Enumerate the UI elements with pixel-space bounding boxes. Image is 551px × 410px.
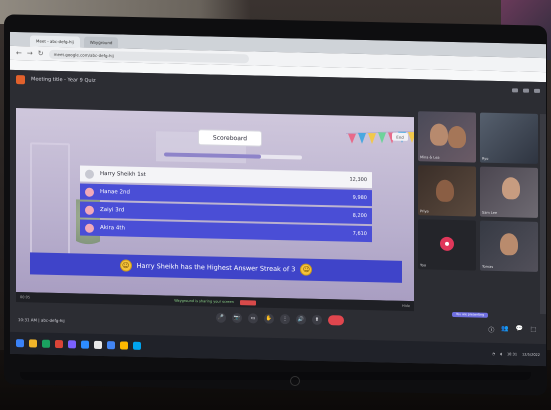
participant-tile[interactable]: Sam Lee (480, 166, 538, 218)
layout-icon[interactable] (512, 88, 518, 93)
participant-tile[interactable]: Tomas (480, 220, 538, 272)
wifi-icon[interactable]: ◔ (492, 352, 495, 356)
meeting-title: Meeting title - Year 9 Quiz (31, 76, 96, 84)
participant-video (500, 233, 518, 256)
participant-video (448, 125, 466, 149)
present-icon[interactable]: ⬆ (312, 314, 322, 325)
back-icon[interactable]: ← (16, 49, 22, 57)
power-button-icon (290, 376, 300, 386)
meeting-app: Meeting title - Year 9 Quiz End Scoreboa… (10, 69, 546, 367)
forward-icon[interactable]: → (27, 49, 33, 57)
taskbar-app-icon[interactable] (133, 341, 141, 350)
player-name: Hanae 2nd (100, 188, 130, 196)
sharing-notice: Wayground is sharing your screen (174, 298, 234, 304)
scoreboard-title: Scoreboard (198, 129, 262, 147)
participant-name: Tomas (482, 264, 494, 269)
pip-icon[interactable] (523, 88, 529, 93)
side-panel-edge (540, 113, 546, 315)
leaderboard: Harry Sheikh 1st 12,300 Hanae 2nd 9,980 … (80, 165, 372, 245)
player-score: 8,200 (352, 212, 367, 220)
participant-tile[interactable]: Mina & Lea (418, 111, 476, 163)
people-icon[interactable]: 👥 (501, 325, 508, 334)
shared-screen-quiz: End Scoreboard Harry Sheikh 1st 12,300 H… (16, 108, 414, 302)
hide-bar-button[interactable]: Hide (402, 304, 410, 308)
volume-icon[interactable]: ◖ (500, 352, 502, 356)
participant-video (502, 177, 520, 200)
laptop-hinge (20, 372, 531, 380)
fullscreen-icon[interactable] (534, 88, 540, 93)
taskbar-app-icon[interactable] (94, 340, 102, 350)
participant-name: Mina & Lea (420, 155, 440, 160)
meet-logo-icon (16, 74, 25, 84)
smiley-icon: ☺ (119, 259, 132, 272)
avatar (85, 187, 94, 197)
side-controls: ⓘ 👥 💬 ⬚ (488, 325, 536, 335)
raise-hand-icon[interactable]: ✋ (264, 313, 274, 324)
taskbar-app-icon[interactable] (81, 340, 89, 349)
background-shelf (30, 142, 70, 264)
end-quiz-button[interactable]: End (392, 132, 408, 141)
presenting-indicator: You are presenting (452, 311, 488, 318)
taskbar-app-icon[interactable] (107, 341, 115, 350)
audio-icon[interactable]: 🔊 (296, 314, 306, 325)
participant-tile[interactable]: You (418, 219, 476, 271)
activities-icon[interactable]: ⬚ (530, 326, 536, 335)
end-call-button[interactable] (328, 315, 344, 326)
player-name: Harry Sheikh 1st (100, 170, 146, 178)
participant-name: Ryo (482, 156, 489, 161)
player-name: Akira 4th (100, 224, 125, 232)
camera-icon[interactable]: 📷 (232, 312, 242, 324)
presentation-timer: 00:05 (20, 295, 31, 300)
participant-grid: Mina & Lea Ryo Priya Sam Lee You Tomas (418, 111, 540, 272)
player-score: 12,300 (349, 176, 368, 184)
participant-name: You (420, 263, 427, 268)
participant-tile[interactable]: Ryo (480, 112, 538, 164)
tray-time[interactable]: 10:31 (507, 352, 517, 356)
taskbar-app-icon[interactable] (42, 339, 50, 348)
participant-name: Sam Lee (482, 210, 498, 215)
meeting-clock: 10:31 AM | abc-defg-hij (18, 316, 65, 323)
participant-video (436, 179, 454, 202)
reload-icon[interactable]: ↻ (38, 50, 44, 58)
tray-date[interactable]: 12/5/2022 (522, 353, 540, 357)
system-tray: ◔ ◖ 10:31 12/5/2022 (492, 352, 540, 357)
chat-icon[interactable]: 💬 (516, 325, 523, 334)
avatar (85, 205, 94, 215)
avatar (85, 169, 94, 179)
player-name: Zaiyi 3rd (100, 206, 125, 214)
participant-video (430, 123, 448, 146)
participant-name: Priya (420, 209, 429, 214)
call-controls: You are presenting 🎤 📷 ▭ ✋ ⋮ 🔊 ⬆ (216, 311, 488, 326)
laptop-screen: Meet - abc-defg-hij Wayground ← → ↻ meet… (10, 31, 546, 367)
participant-tile[interactable]: Priya (418, 165, 476, 217)
stop-sharing-button[interactable] (239, 299, 256, 305)
taskbar-app-icon[interactable] (68, 340, 76, 349)
streak-banner: ☺ Harry Sheikh has the Highest Answer St… (30, 252, 402, 283)
microphone-icon[interactable]: 🎤 (216, 312, 226, 323)
streak-banner-text: Harry Sheikh has the Highest Answer Stre… (136, 261, 296, 274)
player-score: 9,980 (352, 194, 367, 202)
captions-icon[interactable]: ▭ (248, 313, 258, 324)
taskbar-app-icon[interactable] (55, 339, 63, 349)
player-score: 7,610 (352, 230, 367, 238)
taskbar-app-icon[interactable] (120, 341, 128, 350)
browser-tab-quiz[interactable]: Wayground (83, 36, 119, 49)
info-icon[interactable]: ⓘ (488, 325, 494, 334)
header-controls (512, 88, 540, 93)
avatar (85, 223, 94, 233)
self-avatar-icon (440, 236, 454, 251)
start-icon[interactable] (16, 339, 24, 348)
smiley-icon: ☺ (300, 263, 313, 276)
taskbar-app-icon[interactable] (29, 339, 37, 348)
more-options-icon[interactable]: ⋮ (280, 314, 290, 325)
